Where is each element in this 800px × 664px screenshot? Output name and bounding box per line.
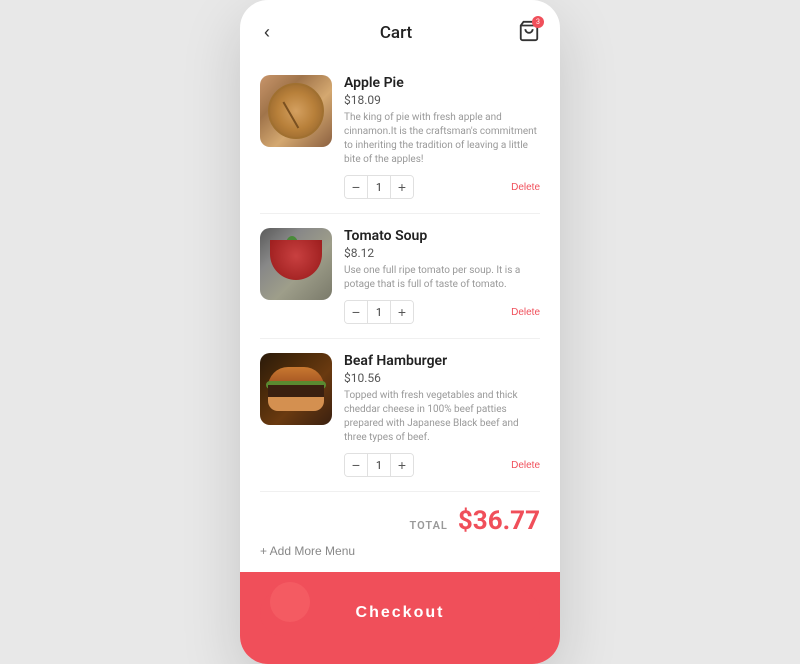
qty-controls-tomato-soup: − 1 + [344, 300, 414, 324]
phone-frame: ‹ Cart 3 Apple Pie $18.09 The king of pi… [240, 0, 560, 664]
checkout-decoration [270, 582, 310, 622]
item-controls-apple-pie: − 1 + Delete [344, 175, 540, 199]
qty-value-beef-hamburger: 1 [367, 454, 391, 476]
item-name-apple-pie: Apple Pie [344, 75, 540, 91]
back-button[interactable]: ‹ [260, 18, 274, 47]
item-image-apple-pie [260, 75, 332, 147]
delete-tomato-soup[interactable]: Delete [511, 307, 540, 318]
cart-item-beef-hamburger: Beaf Hamburger $10.56 Topped with fresh … [260, 339, 540, 492]
total-amount: $36.77 [458, 506, 540, 536]
cart-item-tomato-soup: Tomato Soup $8.12 Use one full ripe toma… [260, 214, 540, 339]
qty-value-apple-pie: 1 [367, 176, 391, 198]
item-info-tomato-soup: Tomato Soup $8.12 Use one full ripe toma… [344, 228, 540, 324]
add-more-button[interactable]: + Add More Menu [260, 544, 355, 558]
qty-decrease-beef-hamburger[interactable]: − [345, 454, 367, 476]
item-controls-beef-hamburger: − 1 + Delete [344, 453, 540, 477]
add-more-row: + Add More Menu [260, 544, 540, 558]
qty-controls-apple-pie: − 1 + [344, 175, 414, 199]
total-label: TOTAL [409, 519, 447, 532]
qty-increase-tomato-soup[interactable]: + [391, 301, 413, 323]
checkout-section: Checkout [240, 572, 560, 664]
item-desc-tomato-soup: Use one full ripe tomato per soup. It is… [344, 264, 540, 292]
item-price-beef-hamburger: $10.56 [344, 371, 540, 385]
item-info-apple-pie: Apple Pie $18.09 The king of pie with fr… [344, 75, 540, 199]
cart-icon-button[interactable]: 3 [518, 20, 540, 46]
qty-decrease-tomato-soup[interactable]: − [345, 301, 367, 323]
item-info-beef-hamburger: Beaf Hamburger $10.56 Topped with fresh … [344, 353, 540, 477]
item-image-beef-hamburger [260, 353, 332, 425]
header: ‹ Cart 3 [240, 0, 560, 57]
qty-controls-beef-hamburger: − 1 + [344, 453, 414, 477]
delete-apple-pie[interactable]: Delete [511, 182, 540, 193]
qty-increase-apple-pie[interactable]: + [391, 176, 413, 198]
item-name-tomato-soup: Tomato Soup [344, 228, 540, 244]
qty-decrease-apple-pie[interactable]: − [345, 176, 367, 198]
item-image-tomato-soup [260, 228, 332, 300]
item-desc-beef-hamburger: Topped with fresh vegetables and thick c… [344, 389, 540, 445]
delete-beef-hamburger[interactable]: Delete [511, 460, 540, 471]
item-name-beef-hamburger: Beaf Hamburger [344, 353, 540, 369]
qty-value-tomato-soup: 1 [367, 301, 391, 323]
cart-items-list: Apple Pie $18.09 The king of pie with fr… [240, 57, 560, 496]
cart-badge: 3 [532, 16, 544, 28]
item-price-apple-pie: $18.09 [344, 93, 540, 107]
cart-item-apple-pie: Apple Pie $18.09 The king of pie with fr… [260, 61, 540, 214]
footer-section: TOTAL $36.77 + Add More Menu [240, 496, 560, 572]
item-price-tomato-soup: $8.12 [344, 246, 540, 260]
page-title: Cart [380, 23, 412, 43]
item-desc-apple-pie: The king of pie with fresh apple and cin… [344, 111, 540, 167]
item-controls-tomato-soup: − 1 + Delete [344, 300, 540, 324]
qty-increase-beef-hamburger[interactable]: + [391, 454, 413, 476]
total-row: TOTAL $36.77 [260, 506, 540, 536]
